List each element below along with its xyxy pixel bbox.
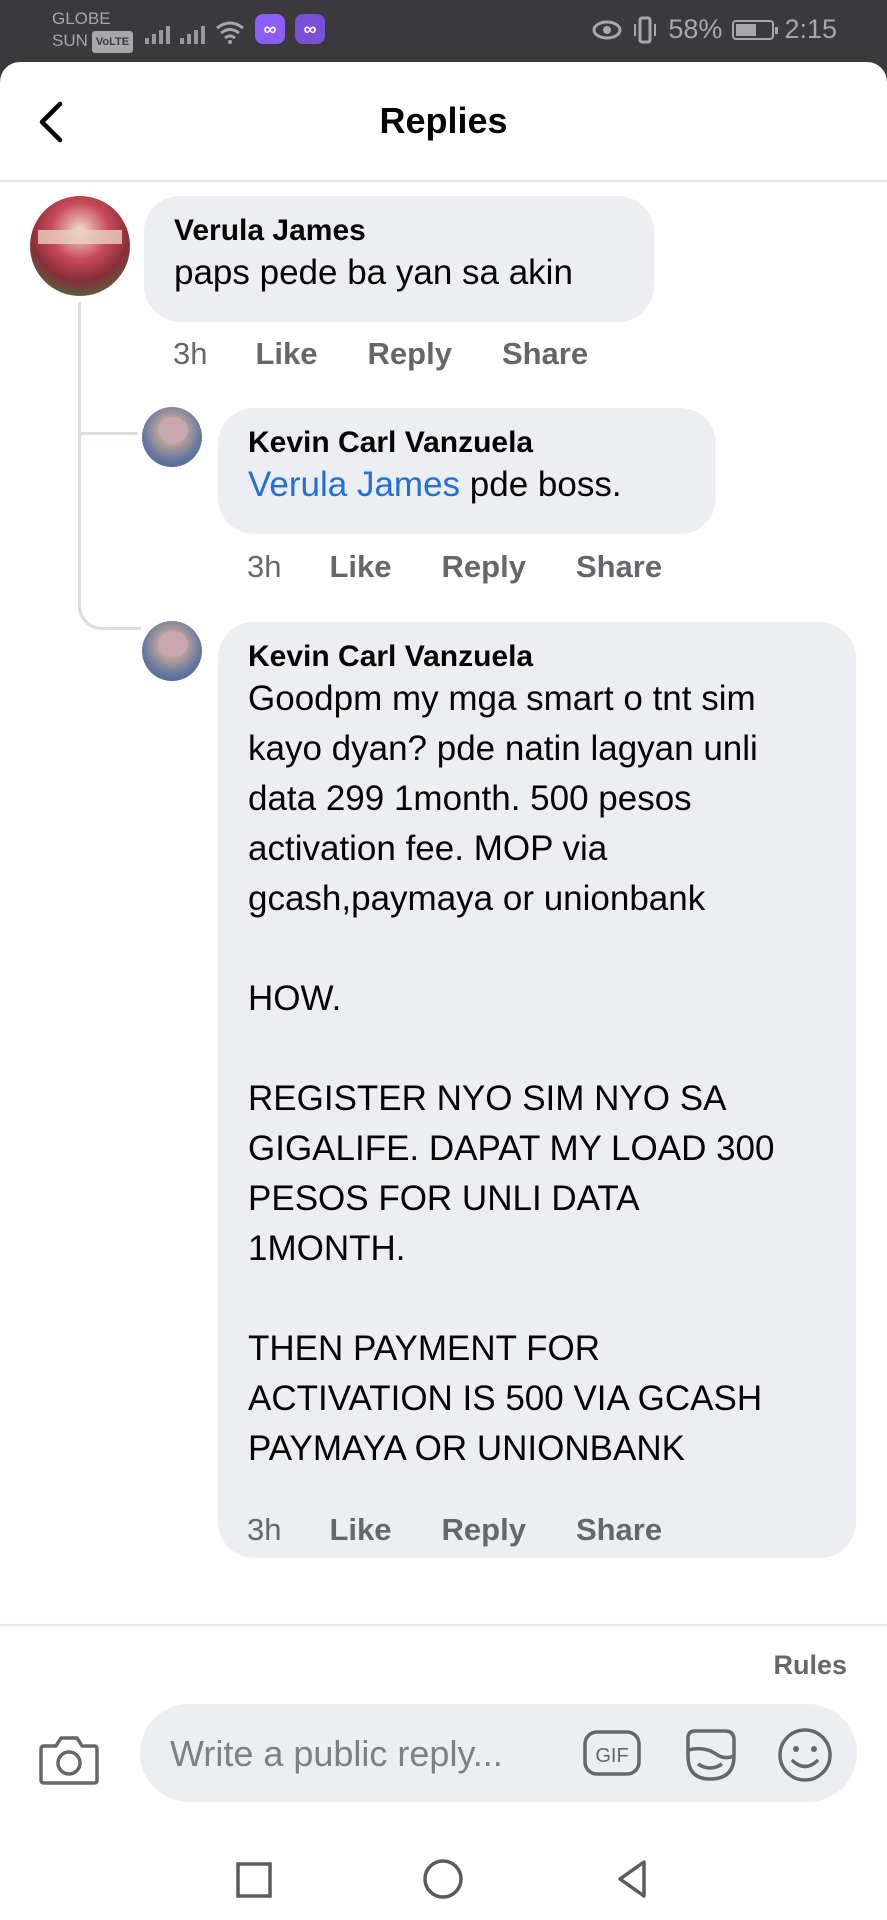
replies-sheet: Replies Verula James paps pede ba yan sa… <box>0 62 887 1920</box>
carrier-info: GLOBE SUN VoLTE <box>52 8 134 53</box>
comment-text: paps pede ba yan sa akin <box>174 253 573 292</box>
carrier-bottom: SUN <box>52 31 88 50</box>
messenger-icon: ∞ <box>255 14 285 44</box>
sticker-icon[interactable] <box>680 1726 740 1784</box>
reply-button[interactable]: Reply <box>368 336 452 372</box>
home-circle-icon[interactable] <box>418 1854 468 1904</box>
comment-time: 3h <box>247 1512 282 1547</box>
thread-connector <box>78 432 138 435</box>
comment-text: Verula James pde boss. <box>248 460 686 510</box>
reply-button[interactable]: Reply <box>442 1512 526 1548</box>
avatar[interactable] <box>142 621 202 681</box>
reply-composer: GIF <box>140 1704 857 1804</box>
page-title: Replies <box>379 100 508 141</box>
avatar[interactable] <box>142 407 202 467</box>
comment-text: Goodpm my mga smart o tnt sim kayo dyan?… <box>248 679 775 1468</box>
comment-actions: 3h Like Reply Share <box>173 336 638 372</box>
share-button[interactable]: Share <box>576 549 662 585</box>
battery-percent: 58% <box>668 14 723 44</box>
recents-square-icon[interactable] <box>228 1854 278 1904</box>
reply-input[interactable] <box>168 1704 572 1804</box>
share-button[interactable]: Share <box>502 336 588 372</box>
comment-author[interactable]: Kevin Carl Vanzuela <box>248 426 686 460</box>
battery-fill <box>736 23 757 36</box>
eye-comfort-icon <box>592 20 622 39</box>
like-button[interactable]: Like <box>329 1512 391 1548</box>
thread-line <box>78 302 141 630</box>
avatar[interactable] <box>30 196 130 296</box>
comment-time: 3h <box>247 549 282 584</box>
comment-bubble: Kevin Carl Vanzuela Goodpm my mga smart … <box>218 622 856 1558</box>
reply-button[interactable]: Reply <box>442 549 526 585</box>
gif-label: GIF <box>595 1745 628 1767</box>
comment-author[interactable]: Verula James <box>174 214 624 248</box>
carrier-top: GLOBE <box>52 9 111 28</box>
comment-time: 3h <box>173 336 208 371</box>
clock: 2:15 <box>784 14 837 44</box>
comment-text-body: pde boss. <box>460 465 622 504</box>
like-button[interactable]: Like <box>255 336 317 372</box>
status-bar: GLOBE SUN VoLTE ∞ ∞ 58% 2:15 <box>0 0 887 62</box>
emoji-icon[interactable] <box>776 1726 834 1784</box>
wifi-icon <box>216 21 244 44</box>
share-button[interactable]: Share <box>576 1512 662 1548</box>
back-triangle-icon[interactable] <box>608 1854 658 1904</box>
comment-actions: 3h Like Reply Share <box>247 549 712 585</box>
comment-actions: 3h Like Reply Share <box>247 1512 712 1548</box>
like-button[interactable]: Like <box>329 549 391 585</box>
messenger-icon: ∞ <box>295 14 325 44</box>
gif-icon[interactable]: GIF <box>582 1726 642 1780</box>
system-nav-bar <box>0 1842 887 1920</box>
signal-icon <box>145 20 170 44</box>
volte-badge: VoLTE <box>91 31 134 53</box>
rules-link[interactable]: Rules <box>773 1650 847 1681</box>
vibrate-icon <box>634 16 657 43</box>
comment-author[interactable]: Kevin Carl Vanzuela <box>248 640 826 674</box>
header: Replies <box>0 62 887 182</box>
battery-icon <box>732 19 779 40</box>
camera-icon[interactable] <box>38 1732 100 1786</box>
comment-bubble: Kevin Carl Vanzuela Verula James pde bos… <box>218 408 716 534</box>
mention-link[interactable]: Verula James <box>248 465 460 504</box>
divider <box>0 1624 887 1626</box>
comment-bubble: Verula James paps pede ba yan sa akin <box>144 196 654 322</box>
signal-icon <box>180 20 205 44</box>
